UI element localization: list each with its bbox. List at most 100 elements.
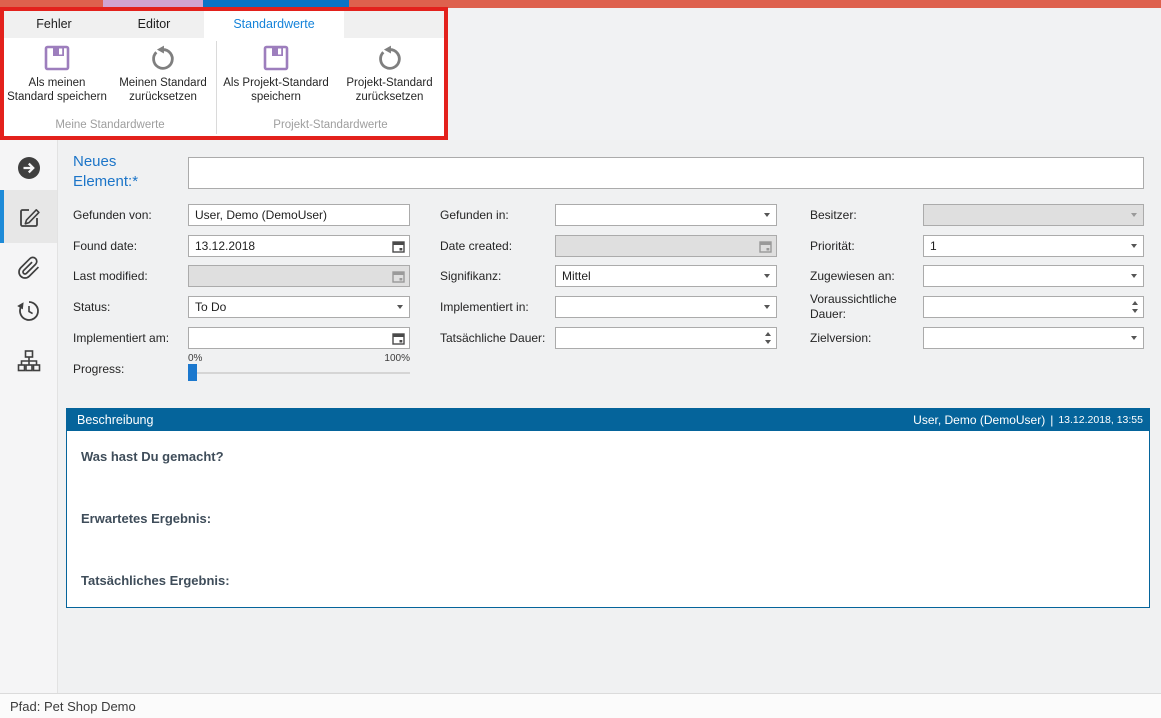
implementiert-am-value[interactable] xyxy=(189,331,387,345)
found-date-value[interactable] xyxy=(189,239,387,253)
edit-icon xyxy=(16,204,42,230)
history-icon xyxy=(16,298,42,324)
dropdown-arrow-icon[interactable] xyxy=(1125,328,1143,348)
zielversion-combobox[interactable] xyxy=(923,327,1144,349)
dropdown-arrow-icon[interactable] xyxy=(391,297,409,317)
spin-up-icon[interactable] xyxy=(765,332,771,336)
calendar-icon[interactable] xyxy=(387,328,409,348)
description-panel: Beschreibung User, Demo (DemoUser) | 13.… xyxy=(66,408,1150,608)
calendar-icon xyxy=(754,236,776,256)
save-my-default-button[interactable]: Als meinen Standard speichern xyxy=(4,38,110,119)
dropdown-arrow-icon[interactable] xyxy=(758,297,776,317)
found-date-label: Found date: xyxy=(73,239,137,254)
standardwerte-tab-accent xyxy=(203,0,349,8)
sidebar-item-attachments[interactable] xyxy=(0,246,57,290)
description-title: Beschreibung xyxy=(77,413,153,427)
status-combobox[interactable]: To Do xyxy=(188,296,410,318)
ribbon-group-buttons: Als Projekt-Standard speichern Projekt-S… xyxy=(217,38,444,119)
sidebar xyxy=(0,140,58,693)
save-icon xyxy=(42,43,72,73)
status-bar: Pfad: Pet Shop Demo xyxy=(0,693,1161,718)
last-modified-value xyxy=(189,269,387,283)
signifikanz-combobox[interactable]: Mittel xyxy=(555,265,777,287)
zugewiesen-an-label: Zugewiesen an: xyxy=(810,269,895,284)
implementiert-in-label: Implementiert in: xyxy=(440,300,529,315)
dropdown-arrow-icon[interactable] xyxy=(1125,266,1143,286)
calendar-icon[interactable] xyxy=(387,236,409,256)
status-label: Status: xyxy=(73,300,110,315)
spin-down-icon[interactable] xyxy=(765,340,771,344)
dropdown-arrow-icon[interactable] xyxy=(758,205,776,225)
gefunden-in-combobox[interactable] xyxy=(555,204,777,226)
description-meta-separator: | xyxy=(1050,413,1053,427)
reset-project-default-button[interactable]: Projekt-Standard zurücksetzen xyxy=(335,38,444,119)
progress-min-label: 0% xyxy=(188,353,202,364)
tab-fehler[interactable]: Fehler xyxy=(4,11,104,38)
new-element-input[interactable] xyxy=(188,157,1144,189)
gefunden-in-label: Gefunden in: xyxy=(440,208,509,223)
hierarchy-icon xyxy=(16,348,42,374)
found-date-input[interactable] xyxy=(188,235,410,257)
dropdown-arrow-icon xyxy=(1125,205,1143,225)
sidebar-item-navigate[interactable] xyxy=(0,146,57,190)
last-modified-label: Last modified: xyxy=(73,269,148,284)
spinner-buttons[interactable] xyxy=(1127,297,1143,317)
dropdown-arrow-icon[interactable] xyxy=(1125,236,1143,256)
save-my-default-label: Als meinen Standard speichern xyxy=(4,76,110,104)
save-icon xyxy=(261,43,291,73)
description-meta: User, Demo (DemoUser) | 13.12.2018, 13:5… xyxy=(913,413,1143,427)
gefunden-von-value[interactable] xyxy=(189,208,409,222)
progress-max-label: 100% xyxy=(380,353,410,364)
gefunden-von-label: Gefunden von: xyxy=(73,208,152,223)
description-section-heading: Erwartetes Ergebnis: xyxy=(81,511,1135,526)
gefunden-von-input[interactable] xyxy=(188,204,410,226)
description-header: Beschreibung User, Demo (DemoUser) | 13.… xyxy=(67,409,1149,431)
spinner-buttons[interactable] xyxy=(760,328,776,348)
implementiert-am-label: Implementiert am: xyxy=(73,331,169,346)
path-text: Pfad: Pet Shop Demo xyxy=(10,699,136,714)
progress-label: Progress: xyxy=(73,362,124,377)
description-editor[interactable]: Was hast Du gemacht? Erwartetes Ergebnis… xyxy=(67,431,1149,588)
description-section-heading: Was hast Du gemacht? xyxy=(81,449,1135,464)
description-meta-user: User, Demo (DemoUser) xyxy=(913,413,1045,427)
new-element-value[interactable] xyxy=(189,166,1143,180)
description-meta-date: 13.12.2018, 13:55 xyxy=(1058,414,1143,426)
implementiert-am-input[interactable] xyxy=(188,327,410,349)
window-title-accent-bar xyxy=(0,0,1161,8)
dropdown-arrow-icon[interactable] xyxy=(758,266,776,286)
voraussichtliche-dauer-spinner[interactable] xyxy=(923,296,1144,318)
date-created-value xyxy=(556,239,754,253)
progress-slider-track[interactable] xyxy=(188,372,410,374)
tab-editor[interactable]: Editor xyxy=(104,11,204,38)
ribbon-body: Als meinen Standard speichern Meinen Sta… xyxy=(4,38,444,136)
reset-my-default-button[interactable]: Meinen Standard zurücksetzen xyxy=(110,38,216,119)
last-modified-input xyxy=(188,265,410,287)
tatsaechliche-dauer-label: Tatsächliche Dauer: xyxy=(440,331,545,346)
ribbon-tabstrip: Fehler Editor Standardwerte xyxy=(4,11,444,38)
progress-slider-thumb[interactable] xyxy=(188,364,197,381)
spin-up-icon[interactable] xyxy=(1132,301,1138,305)
new-element-label: Neues Element:* xyxy=(73,152,173,192)
reset-icon xyxy=(148,43,178,73)
zugewiesen-an-combobox[interactable] xyxy=(923,265,1144,287)
signifikanz-value: Mittel xyxy=(556,269,758,283)
signifikanz-label: Signifikanz: xyxy=(440,269,501,284)
tatsaechliche-dauer-spinner[interactable] xyxy=(555,327,777,349)
ribbon-group-label: Meine Standardwerte xyxy=(4,119,216,136)
reset-project-default-label: Projekt-Standard zurücksetzen xyxy=(335,76,444,104)
sidebar-item-history[interactable] xyxy=(0,289,57,333)
sidebar-item-hierarchy[interactable] xyxy=(0,337,57,385)
paperclip-icon xyxy=(17,256,41,280)
save-project-default-label: Als Projekt-Standard speichern xyxy=(217,76,335,104)
voraussichtliche-dauer-label: Voraussichtliche Dauer: xyxy=(810,292,918,322)
sidebar-item-edit[interactable] xyxy=(0,190,57,243)
ribbon-group-projekt-standardwerte: Als Projekt-Standard speichern Projekt-S… xyxy=(217,38,444,136)
save-project-default-button[interactable]: Als Projekt-Standard speichern xyxy=(217,38,335,119)
spin-down-icon[interactable] xyxy=(1132,309,1138,313)
tab-standardwerte[interactable]: Standardwerte xyxy=(204,11,344,38)
implementiert-in-combobox[interactable] xyxy=(555,296,777,318)
prioritaet-label: Priorität: xyxy=(810,239,855,254)
reset-my-default-label: Meinen Standard zurücksetzen xyxy=(110,76,216,104)
prioritaet-combobox[interactable]: 1 xyxy=(923,235,1144,257)
editor-tab-accent xyxy=(103,0,203,8)
